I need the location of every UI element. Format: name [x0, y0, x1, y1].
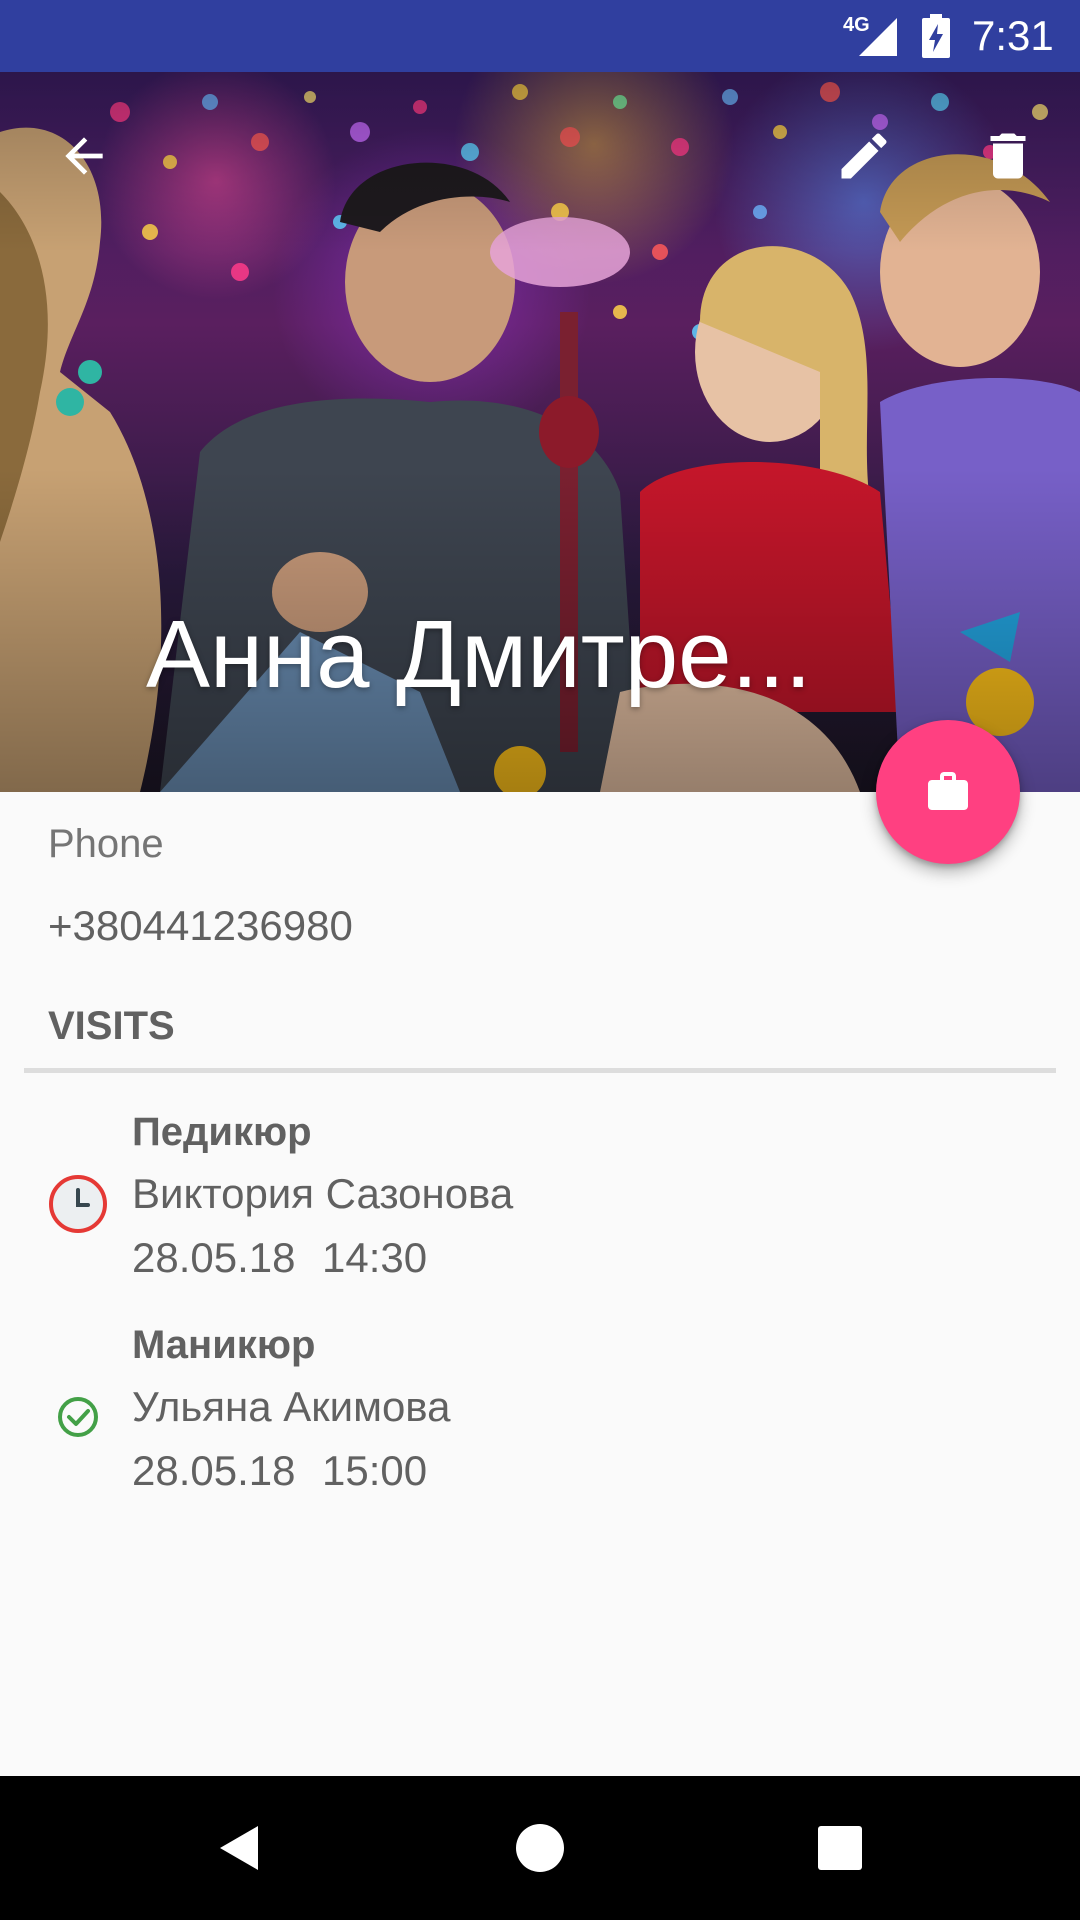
visit-master: Ульяна Акимова	[132, 1383, 451, 1430]
phone-label: Phone	[48, 822, 164, 866]
visit-service: Педикюр	[132, 1110, 312, 1154]
new-visit-fab[interactable]	[876, 720, 1020, 864]
check-circle-icon	[58, 1397, 98, 1437]
delete-button[interactable]	[972, 120, 1044, 192]
header-photo: Анна Дмитре...	[0, 72, 1080, 792]
nav-recents-button[interactable]	[792, 1800, 888, 1896]
visit-item[interactable]: Педикюр Виктория Сазонова 28.05.18 14:30	[0, 1110, 1080, 1300]
visit-date: 28.05.18	[132, 1234, 296, 1281]
square-recents-icon	[818, 1826, 862, 1870]
section-divider	[24, 1068, 1056, 1073]
briefcase-icon	[928, 772, 968, 810]
system-navigation-bar	[0, 1776, 1080, 1920]
nav-home-button[interactable]	[492, 1800, 588, 1896]
visit-service: Маникюр	[132, 1323, 316, 1367]
edit-button[interactable]	[828, 120, 900, 192]
trash-icon	[990, 133, 1026, 179]
visits-section-header: VISITS	[48, 1004, 175, 1048]
visit-date: 28.05.18	[132, 1447, 296, 1494]
contact-name: Анна Дмитре...	[146, 601, 812, 708]
pencil-icon	[841, 133, 887, 179]
circle-home-icon	[516, 1824, 564, 1872]
back-button[interactable]	[48, 120, 120, 192]
arrow-back-icon	[65, 137, 103, 175]
visit-item[interactable]: Маникюр Ульяна Акимова 28.05.18 15:00	[0, 1323, 1080, 1513]
nav-back-button[interactable]	[192, 1800, 288, 1896]
clock-icon	[49, 1175, 107, 1233]
battery-charging-icon	[922, 14, 950, 58]
clock-time: 7:31	[972, 12, 1054, 59]
signal-icon	[859, 18, 897, 56]
visit-master: Виктория Сазонова	[132, 1170, 514, 1217]
visit-time: 14:30	[322, 1234, 428, 1281]
phone-value[interactable]: +380441236980	[48, 902, 353, 950]
triangle-back-icon	[220, 1826, 258, 1870]
status-bar: 4G 7:31	[0, 0, 1080, 72]
visit-time: 15:00	[322, 1447, 428, 1494]
contact-details-screen: 4G 7:31 Анна Дмитре... Phone +3804412369…	[0, 0, 1080, 1920]
